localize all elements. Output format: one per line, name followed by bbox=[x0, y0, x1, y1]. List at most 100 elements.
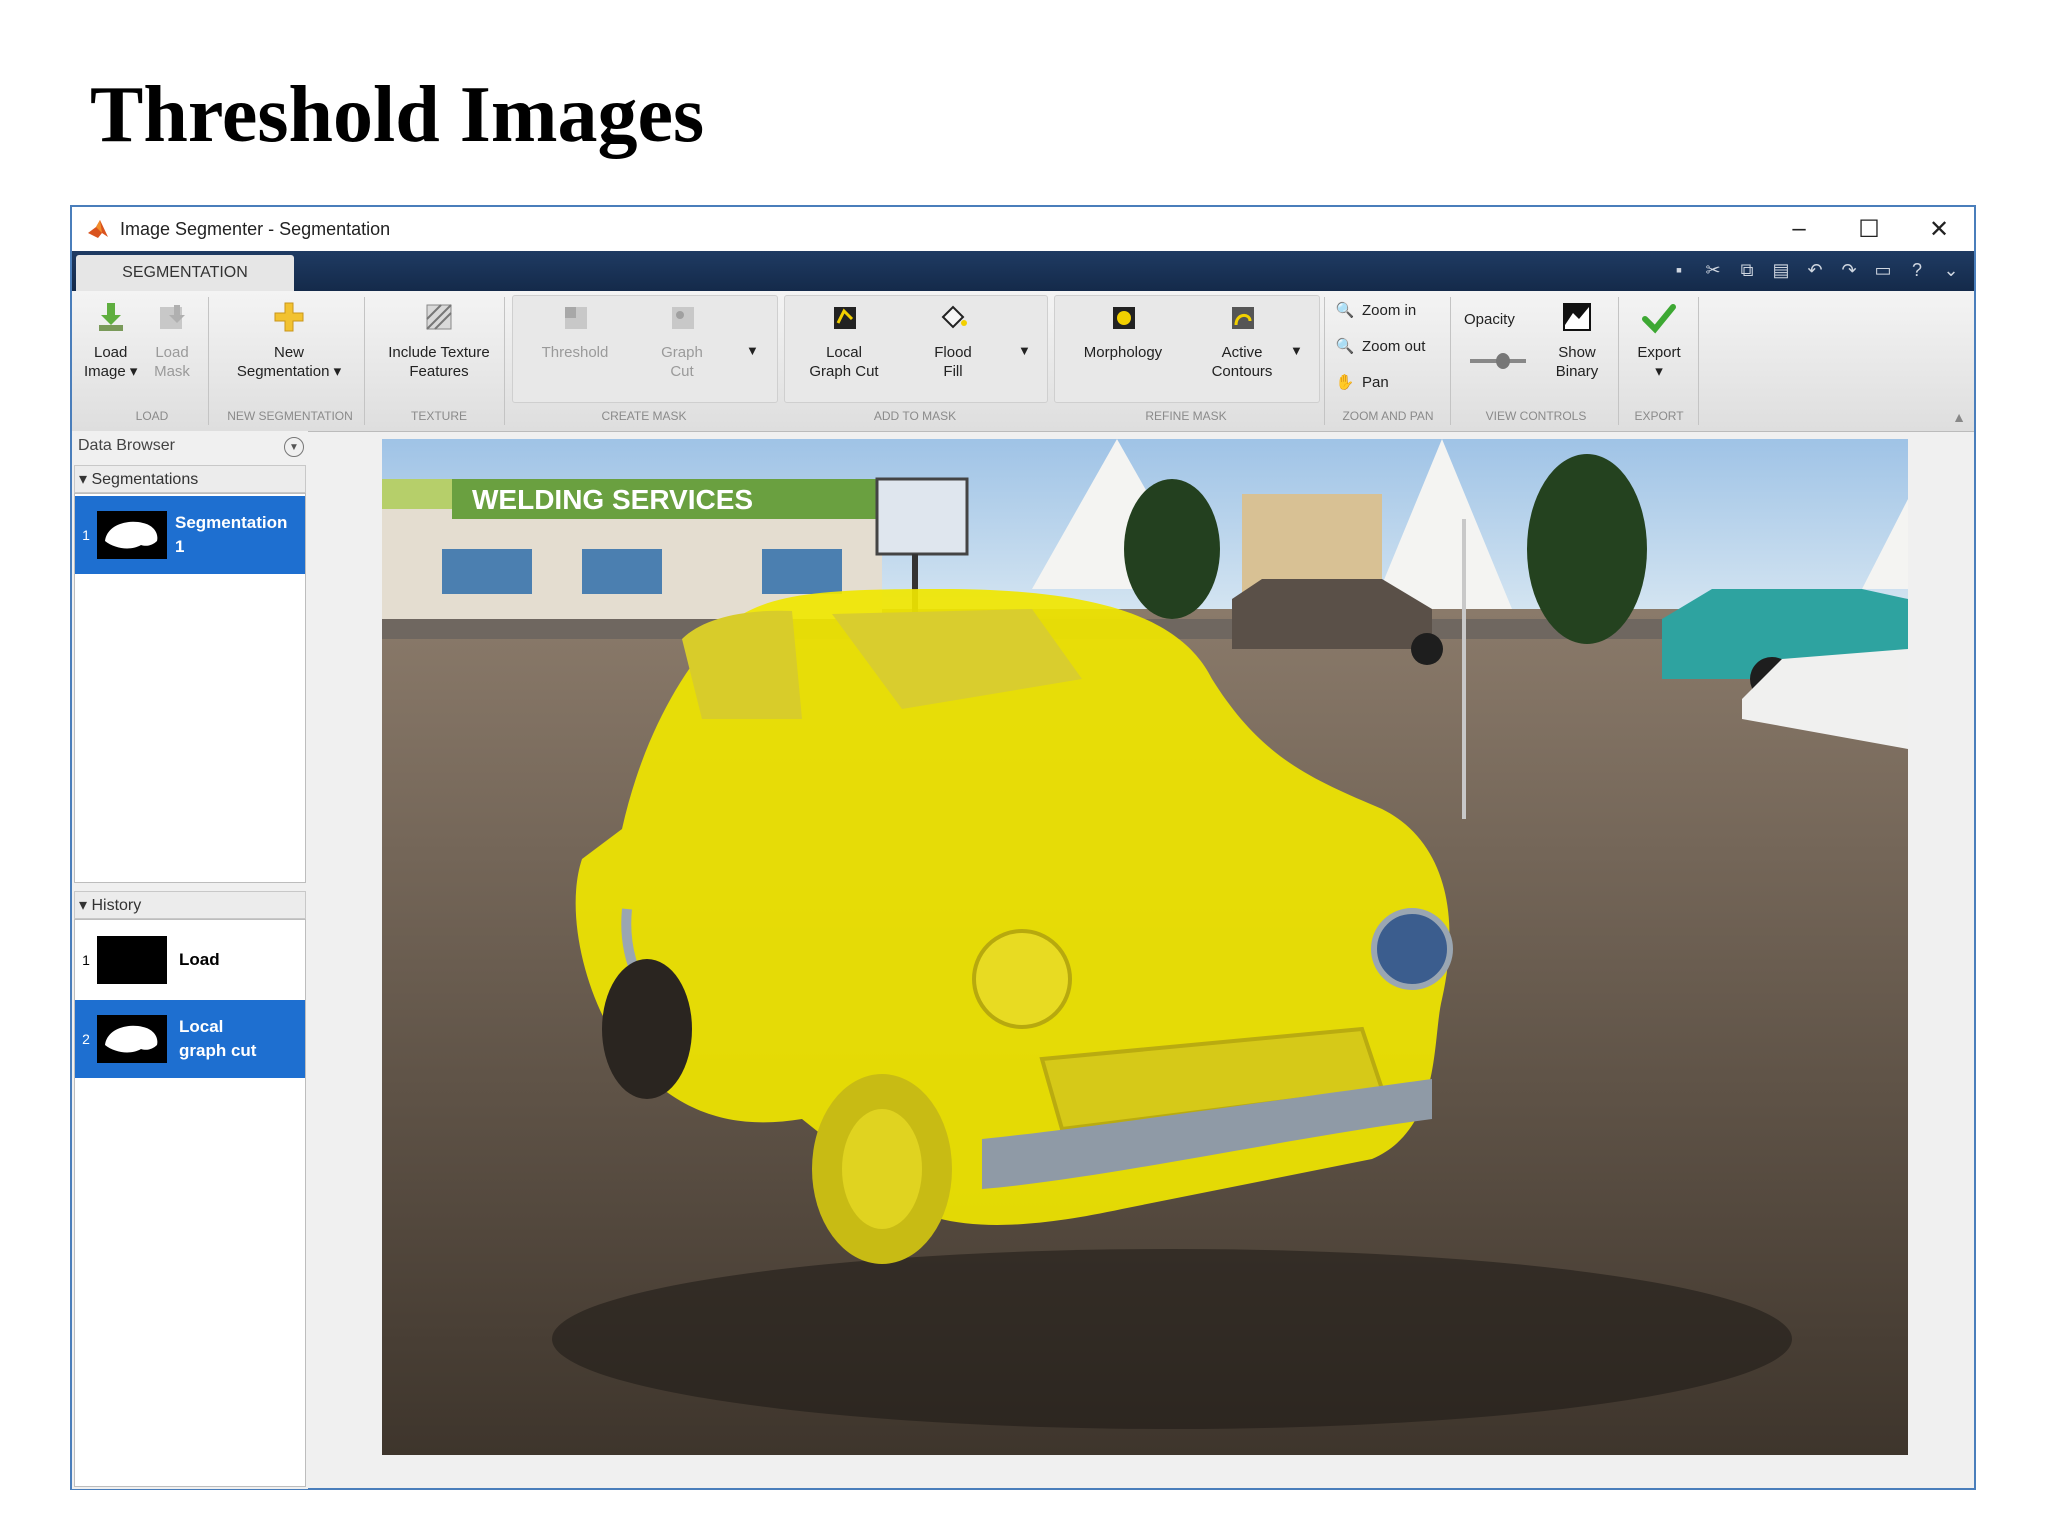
group-label-add-to-mask: ADD TO MASK bbox=[873, 409, 957, 423]
local-graph-cut-icon bbox=[834, 307, 856, 329]
include-texture-label-2: Features bbox=[409, 363, 469, 380]
data-browser-collapse-icon[interactable]: ▼ bbox=[284, 437, 304, 457]
slide-title: Threshold Images bbox=[90, 71, 705, 159]
data-browser-panel: Data Browser ▼ ▾ Segmentations 1 Segment… bbox=[72, 431, 308, 1489]
checkmark-icon bbox=[1642, 304, 1676, 334]
texture-icon bbox=[426, 304, 452, 330]
load-mask-button[interactable]: Load Mask bbox=[154, 299, 190, 381]
opacity-slider-handle[interactable] bbox=[1496, 353, 1510, 369]
morphology-icon bbox=[1113, 307, 1135, 329]
export-dropdown-icon: ▾ bbox=[1655, 363, 1663, 380]
threshold-button[interactable]: Threshold bbox=[530, 299, 620, 362]
history-list: 1 Load 2 Local graph cut bbox=[74, 919, 306, 1487]
flood-fill-label-1: Flood bbox=[934, 344, 972, 361]
history-thumbnail bbox=[97, 936, 167, 984]
matlab-logo-icon bbox=[88, 220, 108, 238]
export-button[interactable]: Export ▾ bbox=[1624, 299, 1694, 381]
load-mask-label-2: Mask bbox=[154, 363, 190, 380]
history-header[interactable]: ▾ History bbox=[74, 891, 306, 919]
graph-cut-icon bbox=[672, 307, 694, 329]
export-label: Export bbox=[1637, 344, 1681, 361]
group-label-texture: TEXTURE bbox=[410, 409, 467, 423]
list-item[interactable]: 1 Load bbox=[75, 922, 305, 998]
paint-bucket-icon bbox=[941, 305, 967, 329]
flood-fill-label-2: Fill bbox=[943, 363, 963, 380]
include-texture-label-1: Include Texture bbox=[388, 344, 490, 361]
load-image-button[interactable]: Load Image ▾ bbox=[84, 299, 137, 381]
title-bar: Image Segmenter - Segmentation – ☐ ✕ bbox=[72, 207, 1974, 251]
help-icon[interactable]: ? bbox=[1904, 257, 1930, 283]
redo-icon[interactable]: ↷ bbox=[1836, 257, 1862, 283]
ribbon-separator bbox=[1618, 297, 1619, 425]
ribbon-separator bbox=[364, 297, 365, 425]
list-item[interactable]: 2 Local graph cut bbox=[75, 1000, 305, 1078]
new-segmentation-button[interactable]: New Segmentation ▾ bbox=[224, 299, 354, 381]
image-canvas[interactable]: WELDING SERVICES bbox=[382, 439, 1908, 1455]
segmentation-thumbnail bbox=[97, 511, 167, 559]
history-number: 2 bbox=[82, 1031, 90, 1047]
quick-access-toolbar: ▪ ✂ ⧉ ▤ ↶ ↷ ▭ ? ⌄ bbox=[1666, 257, 1964, 283]
group-label-export: EXPORT bbox=[1634, 409, 1684, 423]
window-title: Image Segmenter - Segmentation bbox=[120, 218, 391, 239]
segmentation-label-line2: 1 bbox=[175, 537, 185, 556]
morphology-button[interactable]: Morphology bbox=[1068, 299, 1178, 362]
tab-segmentation[interactable]: SEGMENTATION bbox=[76, 255, 294, 291]
show-binary-icon bbox=[1563, 303, 1591, 331]
minimize-button[interactable]: – bbox=[1764, 207, 1834, 251]
zoom-out-button[interactable]: 🔍 Zoom out bbox=[1334, 335, 1426, 357]
add-to-mask-expand-icon[interactable]: ▼ bbox=[1018, 343, 1031, 358]
zoom-in-button[interactable]: 🔍 Zoom in bbox=[1334, 299, 1417, 321]
save-icon[interactable]: ▪ bbox=[1666, 257, 1692, 283]
list-item[interactable]: 1 Segmentation 1 bbox=[75, 496, 305, 574]
zoom-out-label: Zoom out bbox=[1362, 337, 1426, 355]
pan-label: Pan bbox=[1362, 373, 1389, 391]
history-label: Local bbox=[179, 1017, 224, 1036]
local-graph-cut-label-2: Graph Cut bbox=[809, 363, 879, 380]
more-options-icon[interactable]: ⌄ bbox=[1938, 257, 1964, 283]
include-texture-features-button[interactable]: Include Texture Features bbox=[374, 299, 504, 381]
layout-icon[interactable]: ▭ bbox=[1870, 257, 1896, 283]
segmented-car-image: WELDING SERVICES bbox=[382, 439, 1908, 1455]
hand-pan-icon: ✋ bbox=[1335, 374, 1355, 391]
group-label-create-mask: CREATE MASK bbox=[601, 409, 687, 423]
history-label-line2: graph cut bbox=[179, 1041, 257, 1060]
morphology-label: Morphology bbox=[1083, 344, 1163, 361]
load-image-label-1: Load bbox=[94, 344, 128, 361]
new-segmentation-label-2: Segmentation ▾ bbox=[236, 363, 342, 380]
local-graph-cut-label-1: Local bbox=[826, 344, 862, 361]
ribbon-separator bbox=[504, 297, 505, 425]
threshold-icon bbox=[565, 307, 587, 329]
active-contours-label-1: Active bbox=[1221, 344, 1263, 361]
load-image-label-2: Image ▾ bbox=[84, 363, 138, 380]
undo-icon[interactable]: ↶ bbox=[1802, 257, 1828, 283]
ribbon-separator bbox=[1698, 297, 1699, 425]
paste-icon[interactable]: ▤ bbox=[1768, 257, 1794, 283]
local-graph-cut-button[interactable]: Local Graph Cut bbox=[794, 299, 894, 381]
history-number: 1 bbox=[82, 952, 90, 968]
cut-icon[interactable]: ✂ bbox=[1700, 257, 1726, 283]
active-contours-button[interactable]: Active Contours bbox=[1192, 299, 1292, 381]
opacity-label: Opacity bbox=[1464, 311, 1515, 328]
ribbon-separator bbox=[1450, 297, 1451, 425]
graph-cut-button[interactable]: Graph Cut bbox=[642, 299, 722, 381]
zoom-in-icon: 🔍 bbox=[1335, 302, 1355, 319]
refine-mask-expand-icon[interactable]: ▼ bbox=[1290, 343, 1303, 358]
active-contours-icon bbox=[1232, 307, 1254, 329]
show-binary-button[interactable]: Show Binary bbox=[1542, 299, 1612, 381]
maximize-button[interactable]: ☐ bbox=[1834, 207, 1904, 251]
load-mask-label-1: Load bbox=[155, 344, 189, 361]
ribbon-separator bbox=[1324, 297, 1325, 425]
show-binary-label-1: Show bbox=[1558, 344, 1596, 361]
segmentations-header[interactable]: ▾ Segmentations bbox=[74, 465, 306, 493]
copy-icon[interactable]: ⧉ bbox=[1734, 257, 1760, 283]
load-mask-icon bbox=[160, 305, 185, 329]
collapse-ribbon-icon[interactable]: ▲ bbox=[1952, 409, 1966, 425]
pan-button[interactable]: ✋ Pan bbox=[1334, 371, 1389, 393]
flood-fill-button[interactable]: Flood Fill bbox=[908, 299, 998, 381]
zoom-out-icon: 🔍 bbox=[1335, 338, 1355, 355]
segmentations-list: 1 Segmentation 1 bbox=[74, 493, 306, 883]
close-button[interactable]: ✕ bbox=[1904, 207, 1974, 251]
create-mask-expand-icon[interactable]: ▼ bbox=[746, 343, 759, 358]
segmentation-number: 1 bbox=[82, 527, 90, 543]
data-browser-title: Data Browser bbox=[78, 437, 175, 454]
